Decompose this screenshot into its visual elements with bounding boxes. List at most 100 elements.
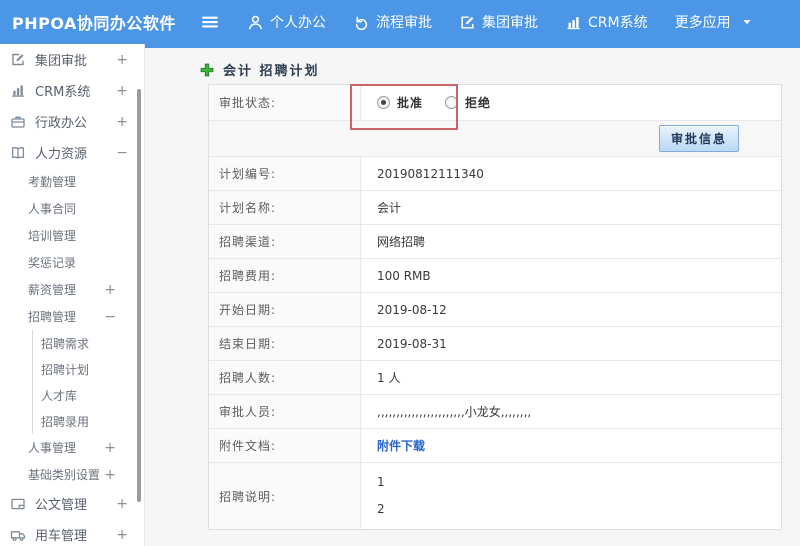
row-label: 附件文档:	[209, 429, 361, 462]
sidebar-item-base-category[interactable]: 基础类别设置 +	[0, 461, 144, 488]
truck-icon	[10, 527, 26, 543]
row-value: 20190812111340	[377, 166, 484, 181]
edit-square-icon	[10, 52, 26, 68]
row-label: 招聘人数:	[209, 361, 361, 394]
sidebar-item-recruitment[interactable]: 招聘管理 −	[0, 303, 144, 330]
table-row: 招聘渠道: 网络招聘	[209, 225, 781, 259]
nav-item-label: 更多应用	[674, 15, 731, 31]
expand-icon[interactable]: +	[104, 283, 116, 297]
nav-item-more-apps[interactable]: 更多应用	[675, 12, 753, 32]
row-value: 网络招聘	[377, 235, 426, 249]
bar-chart-icon	[10, 83, 26, 99]
briefcase-icon	[10, 114, 26, 130]
sidebar-item-recruit-plan[interactable]: 招聘计划	[32, 356, 144, 382]
plus-icon	[200, 63, 214, 77]
expand-icon[interactable]: +	[116, 497, 128, 511]
nav-item-group-approval[interactable]: 集团审批	[459, 12, 538, 32]
sidebar-item-recruit-demand[interactable]: 招聘需求	[32, 330, 144, 356]
sidebar-item-label: 培训管理	[28, 229, 77, 243]
sidebar-item-document-mgmt[interactable]: 公文管理 +	[0, 488, 144, 519]
nav-item-personal-office[interactable]: 个人办公	[247, 12, 326, 32]
history-icon	[353, 14, 370, 31]
radio-approve[interactable]: 批准	[377, 94, 423, 111]
book-icon	[10, 145, 26, 161]
expand-icon[interactable]: +	[104, 441, 116, 455]
row-value: 2019-08-12	[377, 302, 447, 317]
row-value-line: 2	[377, 502, 385, 516]
table-row: 附件文档: 附件下载	[209, 429, 781, 463]
sidebar-item-vehicle-mgmt[interactable]: 用车管理 +	[0, 519, 144, 546]
recruit-plan-detail-table: 审批状态: 批准 拒绝 审批信息 计划编号: 20190812111340 计划名称:…	[208, 84, 782, 530]
radio-reject[interactable]: 拒绝	[445, 94, 491, 111]
table-row: 计划名称: 会计	[209, 191, 781, 225]
sidebar-item-label: 考勤管理	[28, 175, 77, 189]
table-row: 招聘人数: 1 人	[209, 361, 781, 395]
approval-status-radios: 批准 拒绝	[377, 94, 513, 111]
topbar-nav: 个人办公 流程审批 集团审批 CRM系统 更多应用	[220, 12, 753, 32]
approval-button-row: 审批信息	[209, 121, 781, 157]
radio-label: 拒绝	[465, 96, 492, 110]
sidebar-item-hr-contract[interactable]: 人事合同	[0, 195, 144, 222]
collapse-icon[interactable]: −	[116, 146, 128, 160]
row-value: 1 人	[377, 371, 401, 385]
row-value: 2019-08-31	[377, 336, 447, 351]
radio-button-icon[interactable]	[445, 96, 459, 109]
table-row: 招聘说明: 1 2	[209, 463, 781, 529]
row-value: 100 RMB	[377, 268, 431, 283]
nav-item-label: CRM系统	[588, 15, 648, 31]
table-row: 结束日期: 2019-08-31	[209, 327, 781, 361]
approval-info-button[interactable]: 审批信息	[658, 125, 739, 152]
hamburger-icon[interactable]	[200, 12, 220, 32]
row-label: 结束日期:	[209, 327, 361, 360]
expand-icon[interactable]: +	[104, 468, 116, 482]
sidebar-item-training[interactable]: 培训管理	[0, 222, 144, 249]
sidebar-item-admin-office[interactable]: 行政办公 +	[0, 106, 144, 137]
app-logo: PHPOA协同办公软件	[12, 14, 176, 33]
sidebar-item-rewards[interactable]: 奖惩记录	[0, 249, 144, 276]
row-label: 计划名称:	[209, 191, 361, 224]
sidebar-menu: 集团审批 + CRM系统 + 行政办公 + 人力资源 − 考勤管理人事合同培训管理奖惩记录 薪资管…	[0, 44, 144, 546]
nav-item-crm-system[interactable]: CRM系统	[565, 12, 648, 32]
expand-icon[interactable]: +	[116, 528, 128, 542]
main-content: 会计 招聘计划 审批状态: 批准 拒绝 审批信息 计划编号: 20190812111…	[145, 48, 800, 546]
row-value: 批准 拒绝	[361, 85, 781, 120]
row-label: 审批状态:	[209, 85, 361, 120]
person-icon	[247, 14, 264, 31]
document-icon	[10, 496, 26, 512]
row-value: 12	[361, 463, 781, 529]
bar-chart-icon	[565, 14, 582, 31]
radio-label: 批准	[397, 96, 424, 110]
page-title-row: 会计 招聘计划	[200, 60, 320, 79]
sidebar-item-label: 招聘管理	[28, 310, 77, 324]
radio-button-icon[interactable]	[377, 96, 390, 109]
sidebar-item-human-resources[interactable]: 人力资源 −	[0, 137, 144, 168]
expand-icon[interactable]: +	[116, 84, 128, 98]
row-value: 附件下载	[361, 429, 781, 462]
expand-icon[interactable]: +	[116, 53, 128, 67]
page-title: 会计 招聘计划	[223, 64, 320, 79]
nav-item-label: 流程审批	[376, 15, 432, 31]
row-label: 审批人员:	[209, 395, 361, 428]
table-row: 计划编号: 20190812111340	[209, 157, 781, 191]
nav-item-workflow-approval[interactable]: 流程审批	[353, 12, 432, 32]
sidebar-item-label: 行政办公	[35, 116, 88, 131]
expand-icon[interactable]: +	[116, 115, 128, 129]
sidebar-item-recruit-hire[interactable]: 招聘录用	[32, 408, 144, 434]
sidebar-item-label: 人事管理	[28, 441, 77, 455]
sidebar-item-label: 人才库	[41, 388, 78, 403]
nav-item-label: 个人办公	[270, 15, 326, 31]
collapse-icon[interactable]: −	[104, 310, 116, 324]
row-label: 计划编号:	[209, 157, 361, 190]
sidebar-item-crm-system[interactable]: CRM系统 +	[0, 75, 144, 106]
caret-down-icon[interactable]	[741, 16, 753, 28]
sidebar-item-attendance[interactable]: 考勤管理	[0, 168, 144, 195]
sidebar-item-label: 招聘计划	[41, 362, 90, 377]
row-value-line: 1	[377, 475, 385, 489]
attachment-download-link[interactable]: 附件下载	[377, 437, 425, 454]
sidebar-item-talent-pool[interactable]: 人才库	[32, 382, 144, 408]
sidebar-item-personnel[interactable]: 人事管理 +	[0, 434, 144, 461]
sidebar-item-salary[interactable]: 薪资管理 +	[0, 276, 144, 303]
sidebar-scrollbar[interactable]	[137, 89, 141, 502]
row-label: 招聘说明:	[209, 463, 361, 529]
sidebar-item-group-approval[interactable]: 集团审批 +	[0, 44, 144, 75]
